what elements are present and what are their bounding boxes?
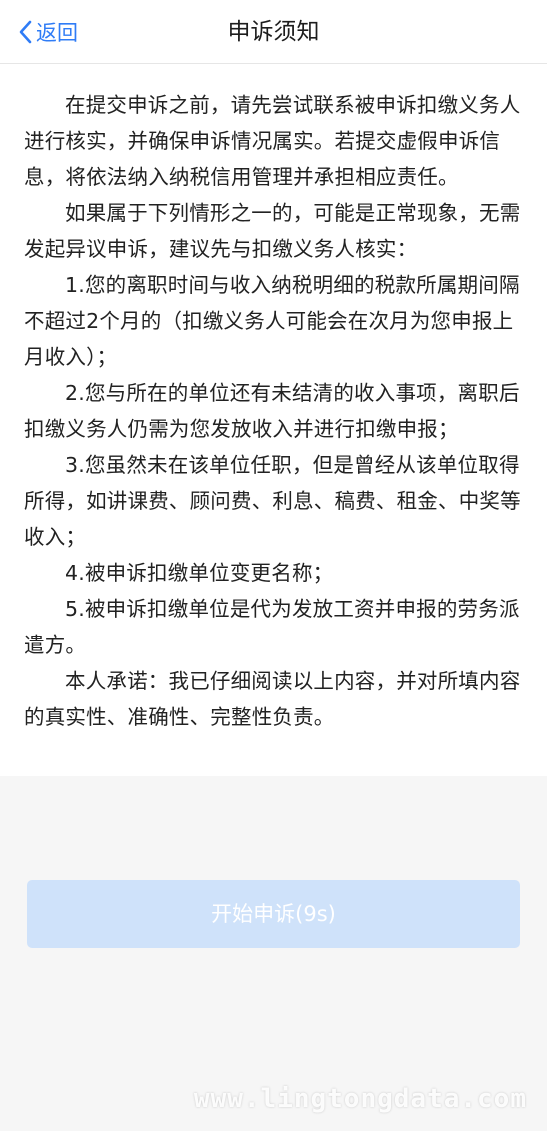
back-button[interactable]: 返回 [18,14,78,50]
notice-list-item: 4.被申诉扣缴单位变更名称； [65,561,334,585]
start-appeal-button[interactable]: 开始申诉(9s) [27,880,520,948]
notice-list-item: 3.您虽然未在该单位任职，但是曾经从该单位取得所得，如讲课费、顾问费、利息、稿费… [24,453,521,549]
navigation-bar: 返回 申诉须知 [0,0,547,64]
back-label: 返回 [36,21,78,45]
watermark: www.lingtongdata.com [193,1084,527,1114]
notice-list-item: 1.您的离职时间与收入纳税明细的税款所属期间隔不超过2个月的（扣缴义务人可能会在… [24,273,520,369]
notice-paragraph: 在提交申诉之前，请先尝试联系被申诉扣缴义务人进行核实，并确保申诉情况属实。若提交… [24,93,521,189]
commitment-statement: 本人承诺：我已仔细阅读以上内容，并对所填内容的真实性、准确性、完整性负责。 [24,669,521,729]
notice-list-item: 2.您与所在的单位还有未结清的收入事项，离职后扣缴义务人仍需为您发放收入并进行扣… [24,381,520,441]
notice-content: 在提交申诉之前，请先尝试联系被申诉扣缴义务人进行核实，并确保申诉情况属实。若提交… [0,64,547,776]
notice-list-item: 5.被申诉扣缴单位是代为发放工资并申报的劳务派遣方。 [24,597,520,657]
notice-paragraph: 如果属于下列情形之一的，可能是正常现象，无需发起异议申诉，建议先与扣缴义务人核实… [24,201,521,261]
chevron-left-icon [18,20,32,44]
page-title: 申诉须知 [227,19,320,45]
